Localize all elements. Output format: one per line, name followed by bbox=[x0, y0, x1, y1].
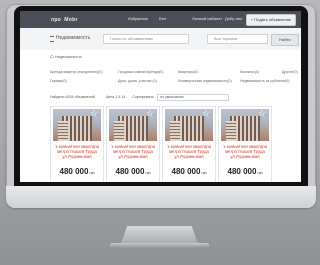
star-icon[interactable]: ☆ bbox=[90, 109, 99, 118]
found-count: Найдено 4034 объявлений bbox=[50, 95, 95, 99]
category-links-col-3: Квартиры(0) Коммерческая недвижимость(0) bbox=[178, 68, 232, 86]
category-link[interactable]: Аренда квартир (ежедневно)(0) bbox=[50, 68, 103, 77]
listing-photo[interactable]: ☆ bbox=[165, 109, 213, 141]
add-listing-button[interactable]: + Подать объявление bbox=[246, 14, 296, 26]
search-input[interactable]: Поиск по объявлениям bbox=[103, 34, 189, 44]
listing-card[interactable]: ☆ 1-комнатная квартира метро Героев Труд… bbox=[162, 106, 216, 182]
monitor-foot bbox=[110, 243, 209, 248]
listing-photo[interactable]: ☆ bbox=[221, 109, 269, 141]
listing-price: 480 000грн bbox=[227, 167, 263, 176]
nav-account[interactable]: Личный кабинет bbox=[192, 16, 222, 22]
listing-title[interactable]: 1-комнатная квартира метро Героев Труда … bbox=[53, 144, 101, 159]
region-select[interactable]: Вся Украина bbox=[207, 34, 268, 44]
monitor-stand bbox=[121, 226, 198, 244]
nav-language[interactable]: Бел bbox=[159, 16, 166, 22]
category-link[interactable]: Продажа комнат/Аренда(0) bbox=[118, 68, 164, 77]
breadcrumb: ⌂ Недвижимость bbox=[50, 54, 82, 60]
category-link[interactable]: Коммерческая недвижимость(0) bbox=[178, 77, 232, 86]
listing-photo[interactable]: ☆ bbox=[109, 109, 157, 141]
category-links-col-5: Другое(0) bbox=[282, 68, 298, 77]
category-links-col-1: Аренда квартир (ежедневно)(0) Гаражи(0) bbox=[50, 68, 103, 86]
star-icon[interactable]: ☆ bbox=[258, 109, 267, 118]
listing-title[interactable]: 1-комнатная квартира метро Героев Труда … bbox=[221, 144, 269, 159]
listing-card[interactable]: ☆ 1-комнатная квартира метро Героев Труд… bbox=[50, 106, 104, 182]
category-link[interactable]: Квартиры(0) bbox=[178, 68, 232, 77]
sort-select[interactable]: по умолчанию bbox=[157, 94, 229, 101]
category-link[interactable]: Гаражи(0) bbox=[50, 77, 103, 86]
category-link[interactable]: Дачи, дома, участки (0) bbox=[118, 77, 164, 86]
grid-icon bbox=[50, 36, 54, 42]
listing-title[interactable]: 1-комнатная квартира метро Героев Труда … bbox=[109, 144, 157, 159]
listing-photo[interactable]: ☆ bbox=[53, 109, 101, 141]
apple-logo-icon bbox=[150, 206, 160, 217]
breadcrumb-label[interactable]: Недвижимость bbox=[55, 54, 83, 59]
browser-screen: про Mobr Избранное Бел Личный кабинет До… bbox=[20, 11, 301, 182]
find-button[interactable]: Найти bbox=[271, 34, 299, 46]
sort-label: Сортировать bbox=[132, 95, 154, 99]
nav-user[interactable]: Добр ино bbox=[225, 16, 242, 22]
star-icon[interactable]: ☆ bbox=[202, 109, 211, 118]
imac-monitor: про Mobr Избранное Бел Личный кабинет До… bbox=[6, 4, 316, 208]
logo-sub: Mobr bbox=[64, 17, 78, 23]
listing-title[interactable]: 1-комнатная квартира метро Героев Труда … bbox=[165, 144, 213, 159]
monitor-chin bbox=[6, 186, 316, 208]
home-icon[interactable]: ⌂ bbox=[50, 54, 54, 60]
star-icon[interactable]: ☆ bbox=[146, 109, 155, 118]
category-select[interactable]: Недвижимость bbox=[56, 35, 90, 41]
logo-main: про bbox=[51, 17, 62, 23]
listing-price: 480 000грн bbox=[59, 167, 95, 176]
listing-price: 480 000грн bbox=[171, 167, 207, 176]
category-link[interactable]: Недвижимость за рубежом(0) bbox=[240, 77, 289, 86]
site-logo[interactable]: про Mobr bbox=[50, 15, 90, 24]
listing-card[interactable]: ☆ 1-комнатная квартира метро Героев Труд… bbox=[106, 106, 160, 182]
price-range[interactable]: Цена 1 8 14 bbox=[106, 95, 126, 99]
listing-price: 480 000грн bbox=[115, 167, 151, 176]
category-link[interactable]: Другое(0) bbox=[282, 68, 298, 77]
nav-favorites[interactable]: Избранное bbox=[128, 16, 148, 22]
search-bar: Недвижимость Поиск по объявлениям Вся Ук… bbox=[20, 28, 301, 50]
site-header: про Mobr Избранное Бел Личный кабинет До… bbox=[20, 11, 301, 28]
results-summary: Найдено 4034 объявлений Цена 1 8 14 Сорт… bbox=[50, 95, 154, 99]
listing-card[interactable]: ☆ 1-комнатная квартира метро Героев Труд… bbox=[218, 106, 272, 182]
category-links-col-2: Продажа комнат/Аренда(0) Дачи, дома, уча… bbox=[118, 68, 164, 86]
